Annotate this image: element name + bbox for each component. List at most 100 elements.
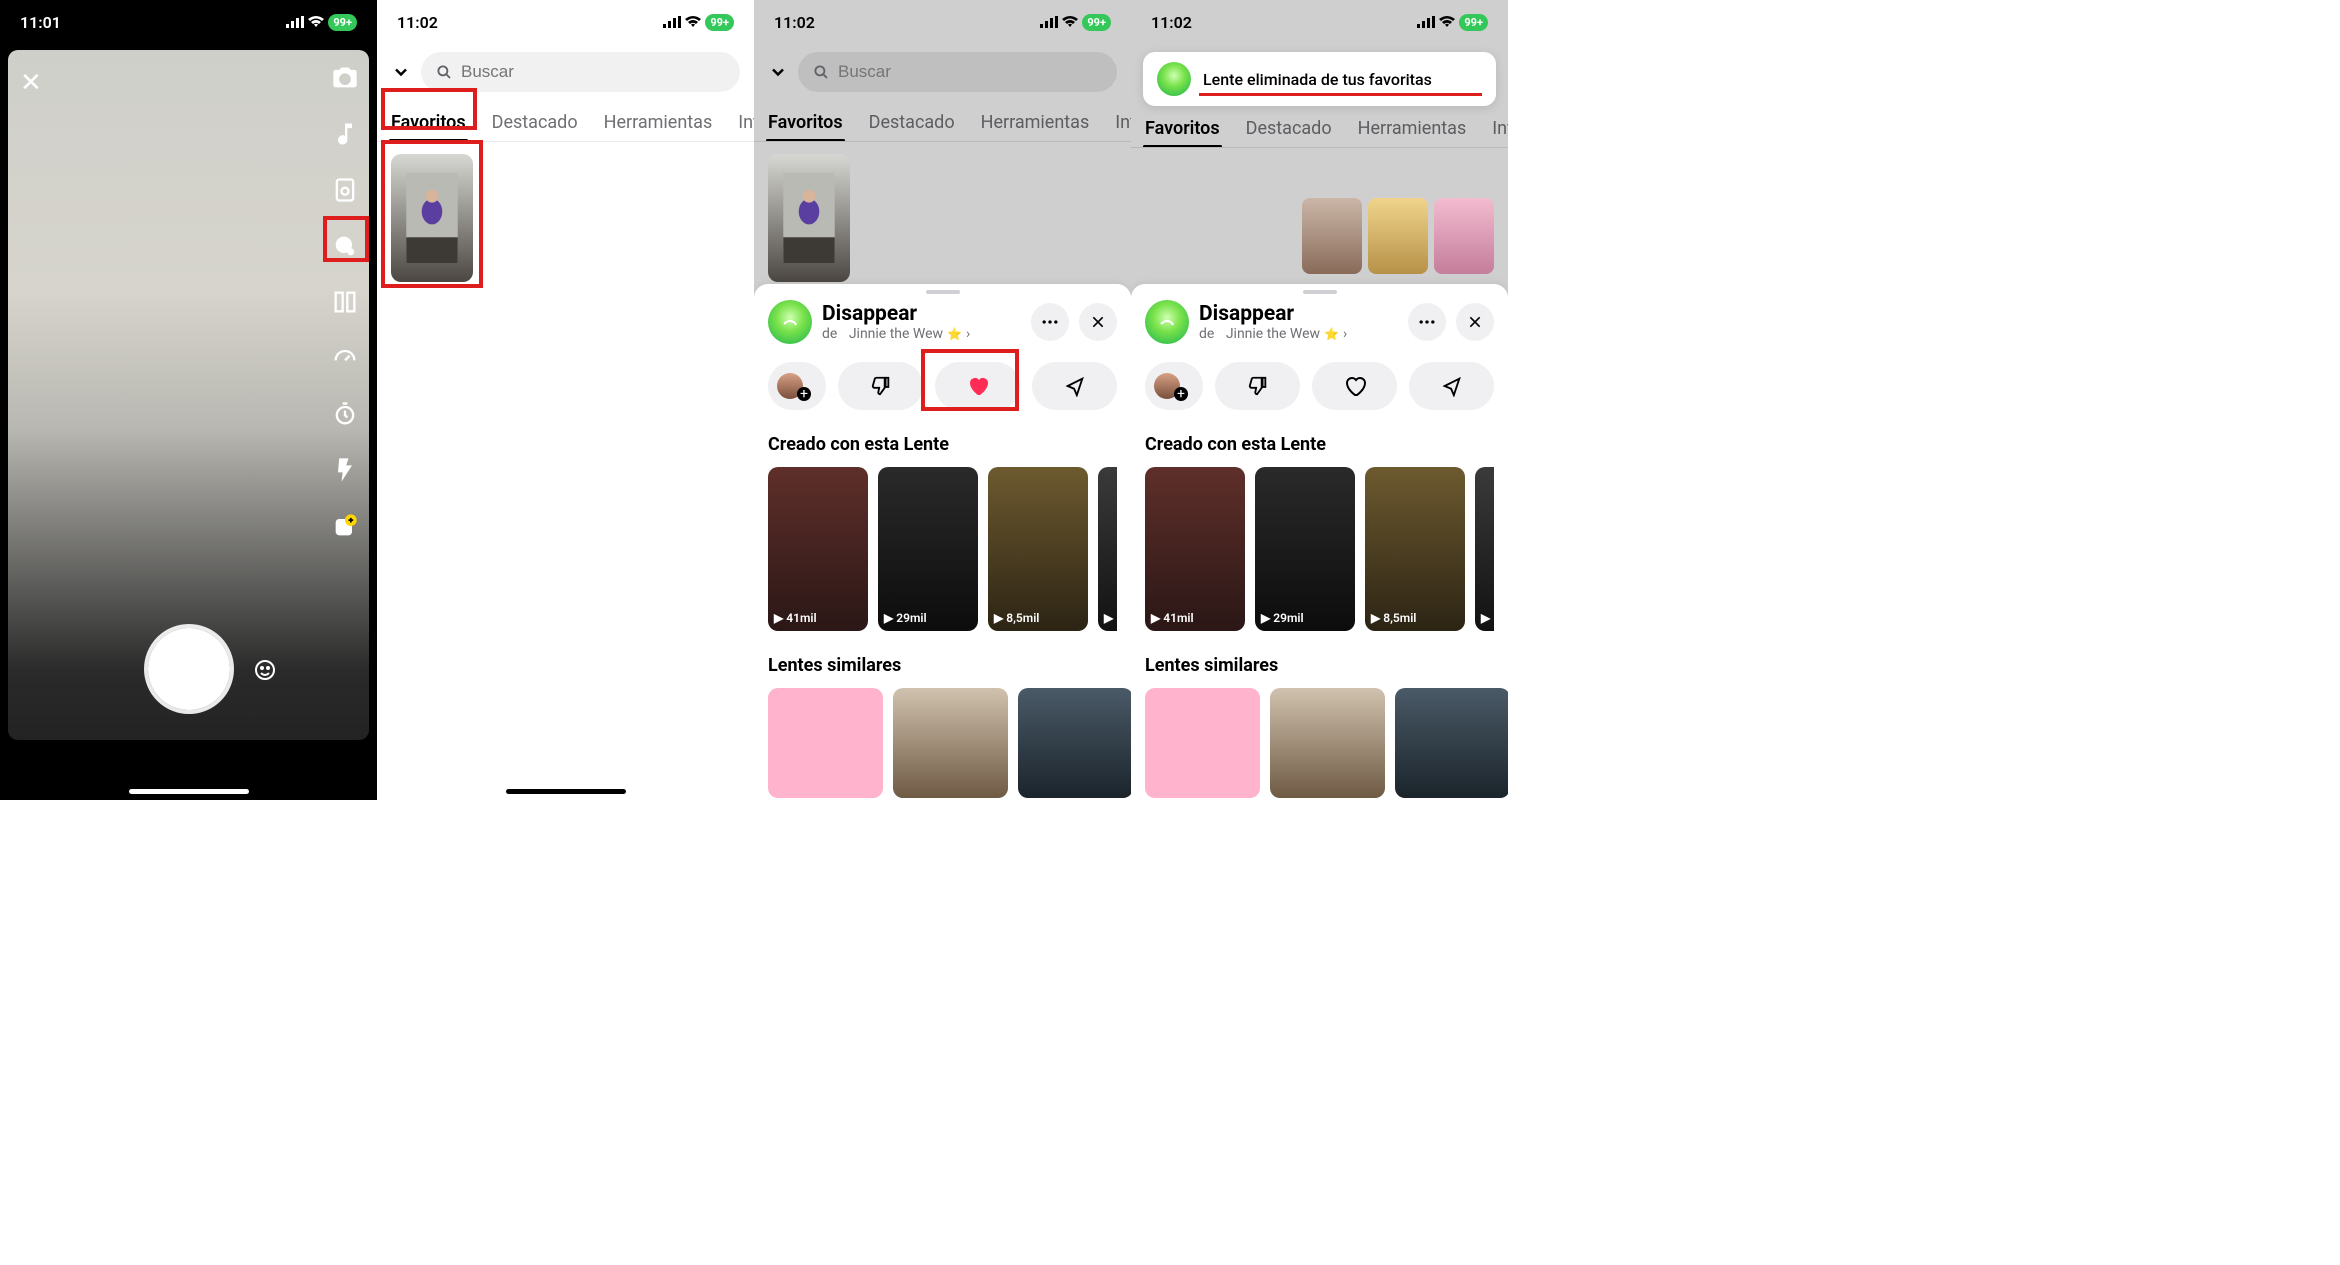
tab-destacado[interactable]: Destacado	[869, 112, 955, 141]
similar-lens-card[interactable]	[1270, 688, 1385, 798]
share-button[interactable]	[1409, 362, 1494, 410]
annotation-highlight	[921, 349, 1019, 411]
favorite-lens-item[interactable]	[768, 154, 850, 282]
lens-meta: Disappear de Jinnie the Wew ⭐ ›	[1199, 302, 1398, 342]
header-actions	[1408, 303, 1494, 341]
battery-badge: 99+	[705, 14, 734, 31]
lens-avatar[interactable]	[1145, 300, 1189, 344]
toast-lens-icon	[1157, 62, 1191, 96]
similar-lenses-row	[1145, 688, 1494, 798]
lens-action-row: +	[1145, 362, 1494, 410]
status-right: 99+	[1040, 14, 1111, 31]
search-icon	[812, 63, 830, 81]
tab-inte[interactable]: Inte	[738, 112, 754, 141]
speed-icon[interactable]	[331, 344, 359, 372]
sheet-handle[interactable]	[1303, 290, 1337, 294]
gallery-icon[interactable]	[331, 176, 359, 204]
view-count: ▶ 41mil	[1151, 611, 1194, 625]
tab-herramientas[interactable]: Herramientas	[604, 112, 713, 141]
search-input[interactable]	[461, 62, 726, 82]
tab-herramientas[interactable]: Herramientas	[981, 112, 1090, 141]
clock: 11:01	[20, 13, 61, 32]
category-tabs: Favoritos Destacado Herramientas Inte	[754, 102, 1131, 142]
close-button[interactable]: ✕	[20, 68, 42, 98]
lens-preview[interactable]	[1302, 198, 1362, 274]
flip-camera-icon[interactable]	[331, 64, 359, 92]
screenshot-1-camera: 11:01 99+ ✕	[0, 0, 377, 800]
video-card[interactable]: ▶ 8,5mil	[1365, 467, 1465, 631]
lens-preview[interactable]	[1434, 198, 1494, 274]
camera-viewfinder[interactable]: ✕	[8, 50, 369, 740]
video-card[interactable]: ▶ 8,5mil	[988, 467, 1088, 631]
similar-lens-card[interactable]	[893, 688, 1008, 798]
tab-inte[interactable]: Inte	[1492, 118, 1508, 147]
more-button[interactable]	[1408, 303, 1446, 341]
lens-bottom-sheet: Disappear de Jinnie the Wew ⭐ › +	[1131, 284, 1508, 800]
collapse-button[interactable]	[768, 62, 788, 82]
close-sheet-button[interactable]	[1079, 303, 1117, 341]
dislike-button[interactable]	[1215, 362, 1300, 410]
collapse-button[interactable]	[391, 62, 411, 82]
timer-icon[interactable]	[331, 400, 359, 428]
similar-lens-card[interactable]	[768, 688, 883, 798]
status-bar: 11:02 99+	[1131, 0, 1508, 44]
battery-badge: 99+	[1082, 14, 1111, 31]
battery-badge: 99+	[328, 14, 357, 31]
favorite-button[interactable]	[1312, 362, 1397, 410]
more-button[interactable]	[1031, 303, 1069, 341]
add-icon: +	[1174, 387, 1188, 401]
video-card[interactable]: ▶ 56	[1475, 467, 1494, 631]
lenses-carousel-button[interactable]	[253, 658, 277, 682]
dislike-button[interactable]	[838, 362, 923, 410]
search-bar[interactable]	[798, 52, 1117, 92]
tab-destacado[interactable]: Destacado	[492, 112, 578, 141]
view-count: ▶ 8,5mil	[994, 611, 1039, 625]
video-card[interactable]: ▶ 41mil	[1145, 467, 1245, 631]
add-icon: +	[797, 387, 811, 401]
annotation-highlight	[381, 140, 483, 288]
share-button[interactable]	[1032, 362, 1117, 410]
lens-author[interactable]: de Jinnie the Wew ⭐ ›	[822, 326, 1021, 342]
similar-lens-card[interactable]	[1018, 688, 1131, 798]
music-icon[interactable]	[331, 120, 359, 148]
camera-tools	[331, 64, 359, 540]
video-card[interactable]: ▶ 29mil	[1255, 467, 1355, 631]
view-count: ▶ 29mil	[884, 611, 927, 625]
search-bar[interactable]	[421, 52, 740, 92]
tab-favoritos[interactable]: Favoritos	[1145, 118, 1220, 147]
similar-lens-card[interactable]	[1395, 688, 1508, 798]
created-with-label: Creado con esta Lente	[768, 434, 1117, 455]
lens-preview[interactable]	[1368, 198, 1428, 274]
try-lens-button[interactable]: +	[768, 362, 826, 410]
video-card[interactable]: ▶ 29mil	[878, 467, 978, 631]
home-indicator	[129, 789, 249, 794]
tab-inte[interactable]: Inte	[1115, 112, 1131, 141]
status-bar: 11:02 99+	[377, 0, 754, 44]
clock: 11:02	[397, 13, 438, 32]
video-card[interactable]: ▶ 56	[1098, 467, 1117, 631]
lens-avatar[interactable]	[768, 300, 812, 344]
try-lens-button[interactable]: +	[1145, 362, 1203, 410]
search-icon	[435, 63, 453, 81]
wifi-icon	[1062, 16, 1078, 28]
sheet-handle[interactable]	[926, 290, 960, 294]
annotation-highlight	[381, 88, 477, 130]
add-effect-icon[interactable]	[331, 512, 359, 540]
shutter-button[interactable]	[148, 628, 230, 710]
lens-author[interactable]: de Jinnie the Wew ⭐ ›	[1199, 326, 1398, 342]
cellular-icon	[286, 16, 304, 28]
category-tabs: Favoritos Destacado Herramientas Inte	[1131, 108, 1508, 148]
close-sheet-button[interactable]	[1456, 303, 1494, 341]
flash-icon[interactable]	[331, 456, 359, 484]
view-count: ▶ 41mil	[774, 611, 817, 625]
mirror-icon[interactable]	[331, 288, 359, 316]
search-input[interactable]	[838, 62, 1103, 82]
tab-favoritos[interactable]: Favoritos	[768, 112, 843, 141]
similar-lens-card[interactable]	[1145, 688, 1260, 798]
view-count: ▶ 8,5mil	[1371, 611, 1416, 625]
view-count: ▶ 29mil	[1261, 611, 1304, 625]
video-card[interactable]: ▶ 41mil	[768, 467, 868, 631]
screenshot-2-favorites: 11:02 99+ Favoritos Destacado Herramient…	[377, 0, 754, 800]
tab-herramientas[interactable]: Herramientas	[1358, 118, 1467, 147]
tab-destacado[interactable]: Destacado	[1246, 118, 1332, 147]
